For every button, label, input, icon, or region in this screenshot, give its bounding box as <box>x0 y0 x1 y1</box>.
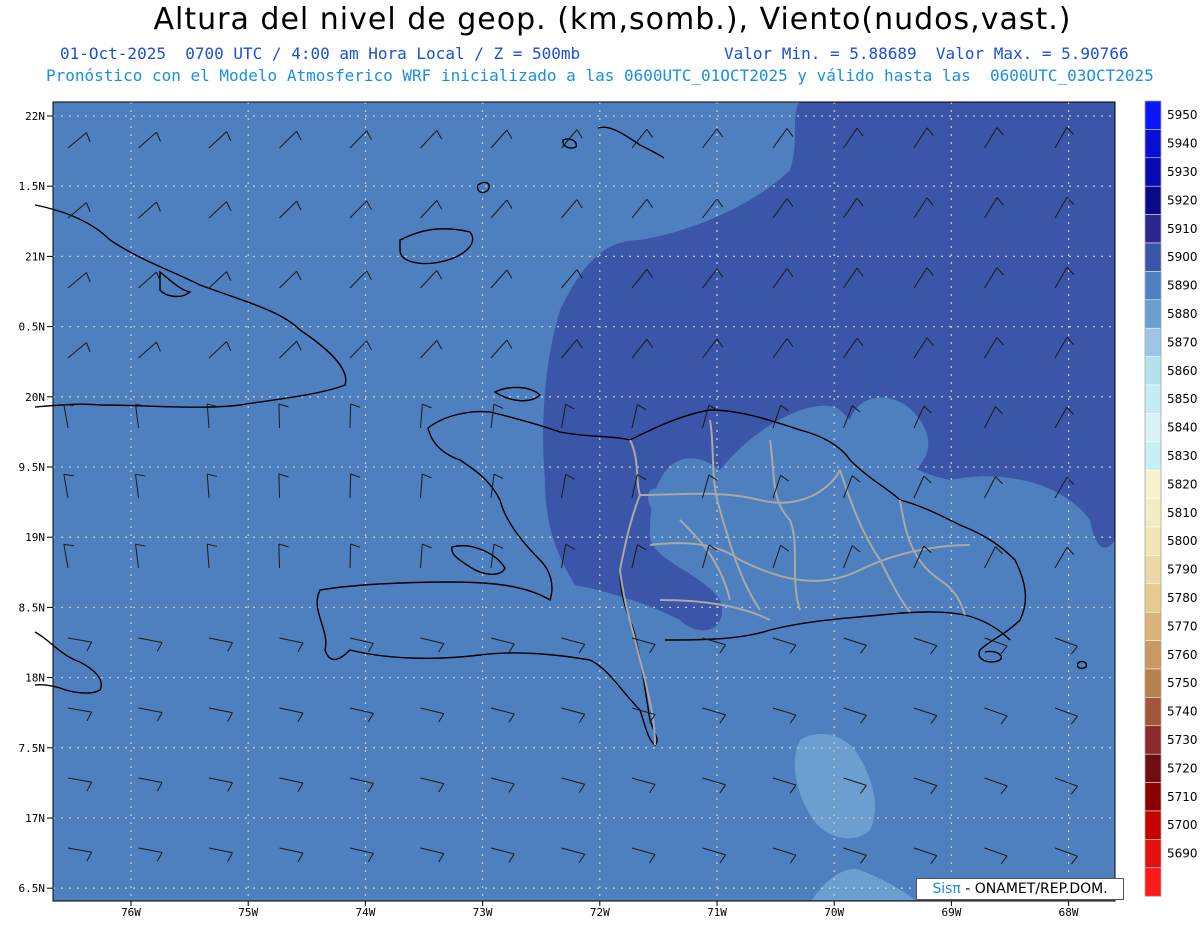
lat-tick-label: 21N <box>25 250 45 263</box>
lat-tick-label: 7.5N <box>19 742 46 755</box>
colorbar-label: 5930 <box>1167 165 1198 179</box>
colorbar-swatch <box>1144 157 1162 187</box>
colorbar-swatch <box>1144 753 1162 783</box>
colorbar-label: 5760 <box>1167 648 1198 662</box>
colorbar-swatch <box>1144 356 1162 386</box>
colorbar-label: 5800 <box>1167 534 1198 548</box>
credit-box: Sisπ - ONAMET/REP.DOM. <box>916 878 1124 900</box>
colorbar-label: 5710 <box>1167 790 1198 804</box>
colorbar-label: 5780 <box>1167 591 1198 605</box>
colorbar-swatch <box>1144 668 1162 698</box>
colorbar-label: 5720 <box>1167 761 1198 775</box>
colorbar-swatch <box>1144 129 1162 159</box>
colorbar-swatch <box>1144 526 1162 556</box>
lat-tick-label: 0.5N <box>19 321 46 334</box>
colorbar-swatch <box>1144 725 1162 755</box>
lon-tick-label: 76W <box>121 906 141 919</box>
sis-logo-text: Sisπ <box>932 881 961 897</box>
colorbar-label: 5880 <box>1167 307 1198 321</box>
lon-tick-label: 69W <box>941 906 961 919</box>
lat-tick-label: 8.5N <box>19 601 46 614</box>
latitude-axis: 22N 1.5N 21N 0.5N 20N 9.5N 19N 8.5N 18N 7.5N 17N 6.… <box>19 110 53 895</box>
colorbar-swatch <box>1144 498 1162 528</box>
colorbar-label: 5830 <box>1167 449 1198 463</box>
colorbar-label: 5840 <box>1167 421 1198 435</box>
colorbar-swatch <box>1144 469 1162 499</box>
colorbar-swatch <box>1144 867 1162 897</box>
lon-tick-label: 70W <box>824 906 844 919</box>
colorbar-swatch <box>1144 100 1162 130</box>
credit-text: - ONAMET/REP.DOM. <box>960 881 1108 897</box>
colorbar-swatch <box>1144 611 1162 641</box>
colorbar-label: 5820 <box>1167 477 1198 491</box>
colorbar-swatch <box>1144 810 1162 840</box>
colorbar-label: 5950 <box>1167 108 1198 122</box>
colorbar-label: 5850 <box>1167 392 1198 406</box>
lat-tick-label: 1.5N <box>19 180 46 193</box>
colorbar-label: 5690 <box>1167 847 1198 861</box>
colorbar: 5950 5940 5930 5920 5910 5900 5890 5880 5870 5860… <box>1144 100 1198 897</box>
colorbar-swatch <box>1144 555 1162 585</box>
lon-tick-label: 71W <box>707 906 727 919</box>
colorbar-swatch <box>1144 384 1162 414</box>
colorbar-label: 5810 <box>1167 506 1198 520</box>
colorbar-label: 5940 <box>1167 137 1198 151</box>
lon-tick-label: 75W <box>238 906 258 919</box>
lat-tick-label: 6.5N <box>19 882 46 895</box>
colorbar-swatch <box>1144 299 1162 329</box>
lat-tick-label: 22N <box>25 110 45 123</box>
colorbar-swatch <box>1144 242 1162 272</box>
lon-tick-label: 74W <box>355 906 375 919</box>
colorbar-swatch <box>1144 214 1162 244</box>
colorbar-swatch <box>1144 839 1162 869</box>
lon-tick-label: 73W <box>473 906 493 919</box>
colorbar-swatch <box>1144 782 1162 812</box>
lat-tick-label: 19N <box>25 531 45 544</box>
colorbar-label: 5790 <box>1167 563 1198 577</box>
lon-tick-label: 72W <box>590 906 610 919</box>
colorbar-swatch <box>1144 583 1162 613</box>
colorbar-label: 5920 <box>1167 193 1198 207</box>
colorbar-label: 5870 <box>1167 335 1198 349</box>
colorbar-swatch <box>1144 327 1162 357</box>
lon-tick-label: 68W <box>1059 906 1079 919</box>
colorbar-label: 5740 <box>1167 705 1198 719</box>
colorbar-swatch <box>1144 441 1162 471</box>
colorbar-swatch <box>1144 413 1162 443</box>
longitude-axis: 76W 75W 74W 73W 72W 71W 70W 69W 68W <box>121 901 1079 919</box>
lat-tick-label: 20N <box>25 391 45 404</box>
colorbar-label: 5890 <box>1167 279 1198 293</box>
colorbar-label: 5730 <box>1167 733 1198 747</box>
colorbar-label: 5700 <box>1167 818 1198 832</box>
colorbar-label: 5750 <box>1167 676 1198 690</box>
colorbar-label: 5770 <box>1167 619 1198 633</box>
lat-tick-label: 18N <box>25 672 45 685</box>
colorbar-swatch <box>1144 697 1162 727</box>
lat-tick-label: 9.5N <box>19 461 46 474</box>
forecast-map: 22N 1.5N 21N 0.5N 20N 9.5N 19N 8.5N 18N 7.5N 17N 6.… <box>19 100 1198 919</box>
colorbar-swatch <box>1144 271 1162 301</box>
lat-tick-label: 17N <box>25 812 45 825</box>
colorbar-label: 5900 <box>1167 250 1198 264</box>
colorbar-swatch <box>1144 185 1162 215</box>
colorbar-label: 5860 <box>1167 364 1198 378</box>
colorbar-swatch <box>1144 640 1162 670</box>
colorbar-label: 5910 <box>1167 222 1198 236</box>
